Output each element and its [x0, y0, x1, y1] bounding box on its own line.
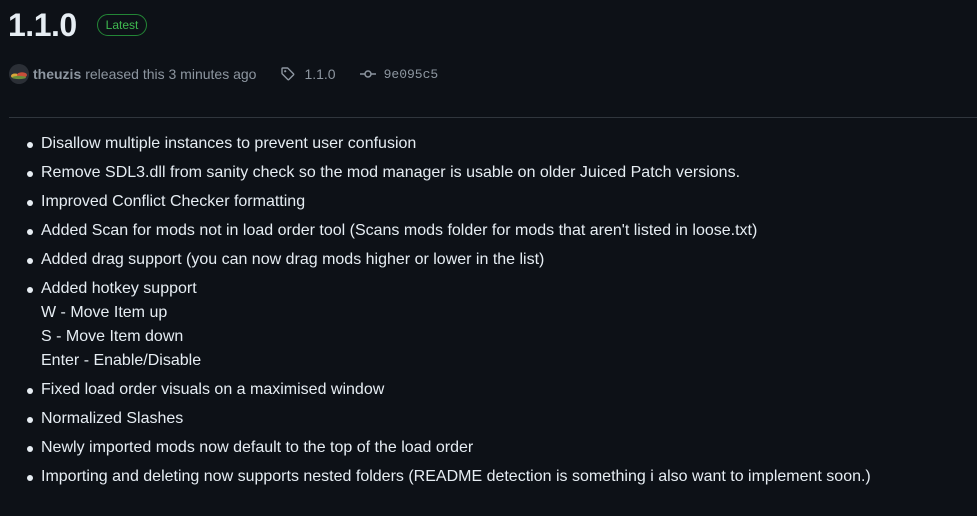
note-item: Newly imported mods now default to the t…	[27, 436, 871, 460]
note-item: Importing and deleting now supports nest…	[27, 465, 871, 489]
note-item: Added Scan for mods not in load order to…	[27, 219, 871, 243]
note-item: Remove SDL3.dll from sanity check so the…	[27, 161, 871, 185]
latest-badge: Latest	[96, 14, 148, 36]
note-text: Added hotkey support	[41, 280, 197, 297]
note-text: Added Scan for mods not in load order to…	[41, 222, 758, 239]
note-item: Fixed load order visuals on a maximised …	[27, 378, 871, 402]
commit-hash: 9e095c5	[383, 66, 439, 82]
git-commit-icon	[359, 70, 376, 78]
note-text: Disallow multiple instances to prevent u…	[41, 135, 417, 152]
note-text: Newly imported mods now default to the t…	[41, 439, 474, 456]
note-text: Remove SDL3.dll from sanity check so the…	[41, 164, 741, 181]
note-item: Normalized Slashes	[27, 407, 871, 431]
release-page: 1.1.0 Latest theuzis released this 3 min…	[0, 0, 977, 516]
hotkey-line: W - Move Item up	[41, 304, 168, 321]
release-title[interactable]: 1.1.0	[8, 5, 77, 45]
avatar-image	[9, 64, 29, 84]
note-item-hotkeys: Added hotkey support W - Move Item up S …	[27, 277, 871, 373]
commit-link[interactable]: 9e095c5	[359, 66, 439, 82]
note-text: Normalized Slashes	[41, 410, 184, 427]
release-notes: Disallow multiple instances to prevent u…	[9, 132, 871, 494]
release-header: 1.1.0 Latest	[8, 4, 148, 46]
note-text: Importing and deleting now supports nest…	[41, 468, 871, 485]
hotkey-line: Enter - Enable/Disable	[41, 352, 202, 369]
note-item: Disallow multiple instances to prevent u…	[27, 132, 871, 156]
note-text: Fixed load order visuals on a maximised …	[41, 381, 385, 398]
note-item: Improved Conflict Checker formatting	[27, 190, 871, 214]
tag-icon	[281, 67, 295, 81]
hotkey-line: S - Move Item down	[41, 328, 184, 345]
tag-link[interactable]: 1.1.0	[280, 66, 336, 82]
released-time: released this 3 minutes ago	[85, 66, 257, 82]
release-meta: theuzis released this 3 minutes ago 1.1.…	[9, 62, 438, 86]
note-item: Added drag support (you can now drag mod…	[27, 248, 871, 272]
author-link[interactable]: theuzis	[33, 66, 81, 82]
note-text: Added drag support (you can now drag mod…	[41, 251, 545, 268]
author-avatar[interactable]	[9, 64, 29, 84]
note-text: Improved Conflict Checker formatting	[41, 193, 306, 210]
tag-label: 1.1.0	[304, 66, 336, 82]
section-divider	[9, 117, 977, 118]
